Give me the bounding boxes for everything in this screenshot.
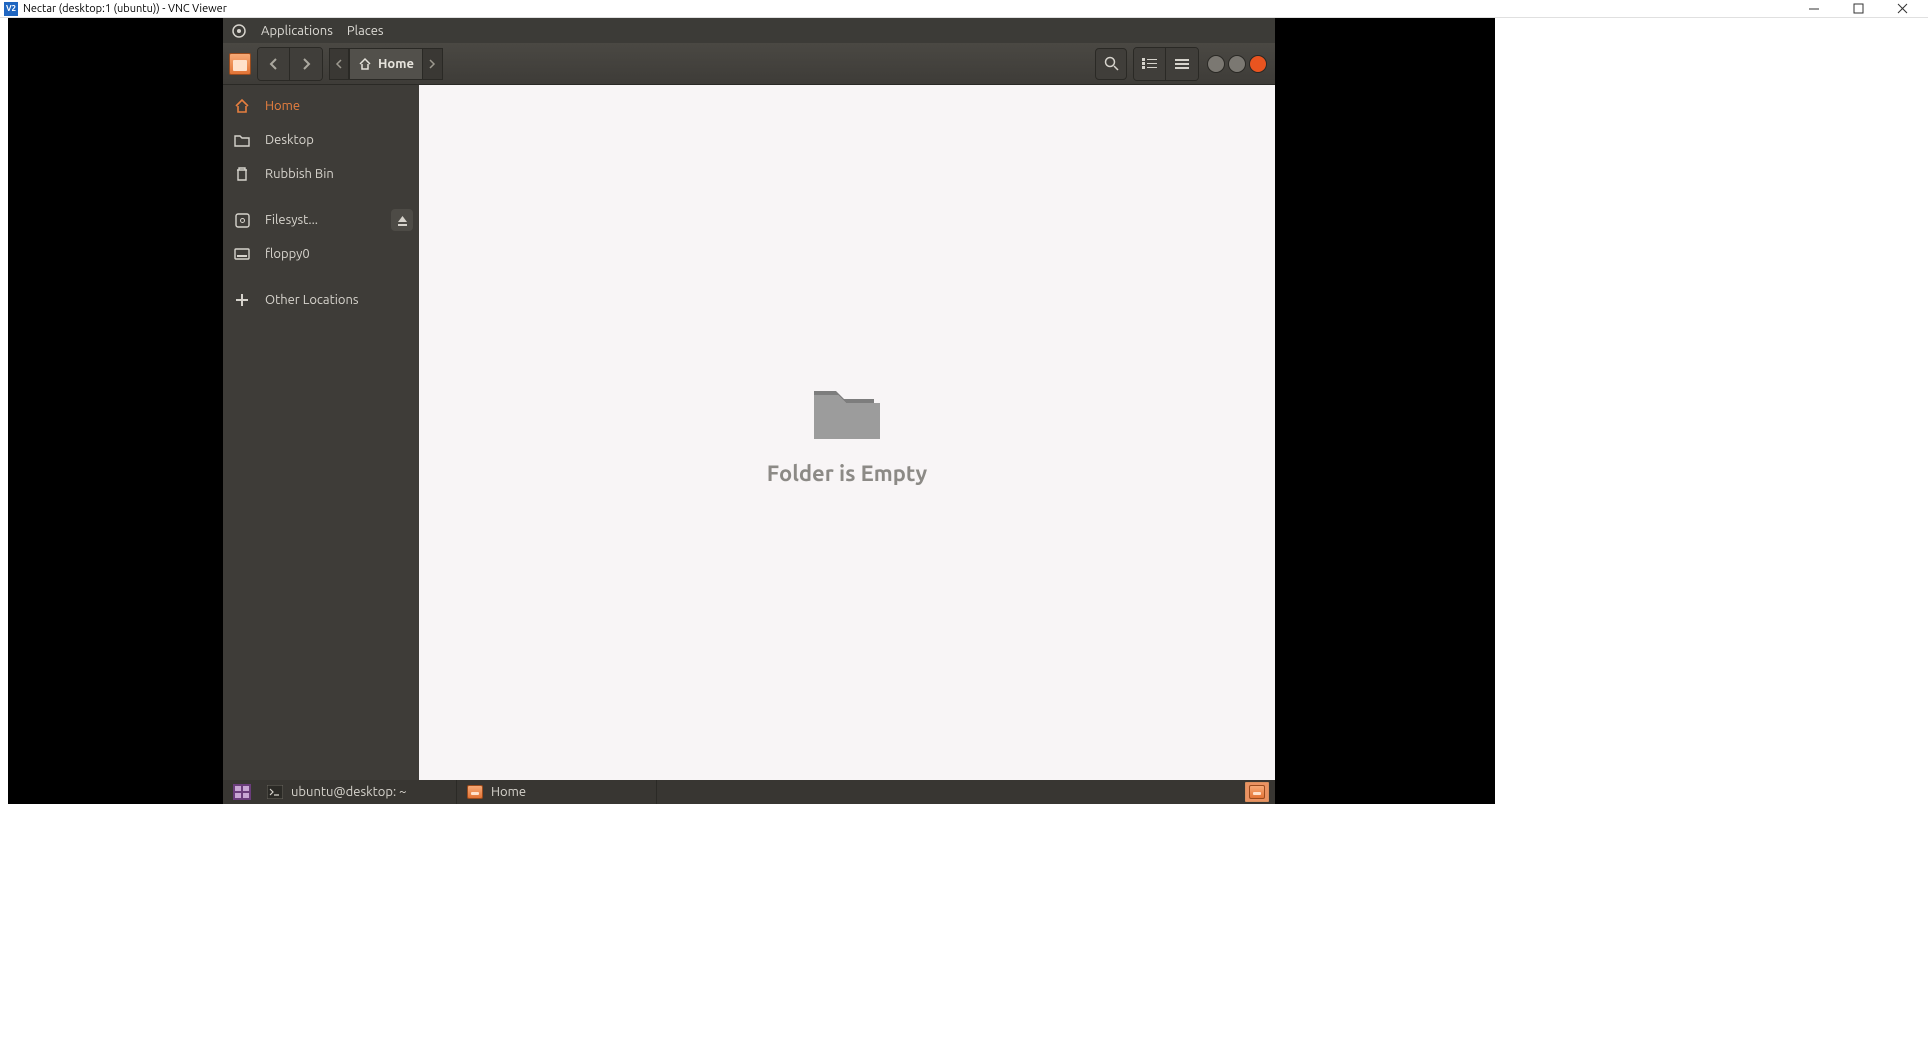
back-button[interactable]: [258, 48, 290, 80]
folder-icon: [233, 133, 251, 147]
trash-icon: [233, 166, 251, 182]
host-close-button[interactable]: [1880, 0, 1924, 18]
taskbar-item-files[interactable]: Home: [457, 780, 657, 804]
empty-folder-icon: [808, 379, 886, 445]
system-menu-icon[interactable]: [231, 23, 247, 39]
view-toggle-button[interactable]: [1134, 48, 1166, 80]
path-bar: Home: [329, 48, 443, 80]
file-manager-icon: [229, 53, 251, 75]
host-minimize-button[interactable]: [1792, 0, 1836, 18]
show-desktop-icon: [233, 784, 251, 800]
taskbar-file-manager-launcher[interactable]: [1245, 782, 1269, 802]
hamburger-menu-button[interactable]: [1166, 48, 1198, 80]
sidebar-item-floppy[interactable]: floppy0: [223, 237, 419, 271]
places-sidebar: Home Desktop Rubbish Bin: [223, 85, 419, 780]
eject-button[interactable]: [391, 209, 413, 231]
folder-content-area[interactable]: Folder is Empty: [419, 85, 1275, 780]
bottom-taskbar: ubuntu@desktop: ~ Home: [223, 780, 1275, 804]
host-maximize-button[interactable]: [1836, 0, 1880, 18]
sidebar-item-label: Home: [265, 99, 300, 113]
vnc-remote-frame: Applications Places Home: [8, 18, 1495, 804]
places-menu[interactable]: Places: [347, 24, 384, 38]
window-close-button[interactable]: [1249, 55, 1267, 73]
taskbar-item-label: ubuntu@desktop: ~: [291, 785, 406, 799]
host-window-titlebar: V2 Nectar (desktop:1 (ubuntu)) - VNC Vie…: [0, 0, 1928, 18]
sidebar-item-other-locations[interactable]: Other Locations: [223, 283, 419, 317]
list-view-icon: [1142, 57, 1157, 70]
show-desktop-button[interactable]: [227, 780, 257, 804]
sidebar-item-filesystem[interactable]: Filesyst...: [223, 203, 419, 237]
hamburger-icon: [1175, 58, 1189, 70]
ubuntu-desktop: Applications Places Home: [223, 18, 1275, 804]
nav-history-group: [257, 47, 323, 81]
path-prev-button[interactable]: [329, 48, 349, 80]
taskbar-item-terminal[interactable]: ubuntu@desktop: ~: [257, 780, 457, 804]
file-manager-icon: [467, 785, 483, 799]
gnome-top-menubar: Applications Places: [223, 18, 1275, 43]
window-minimize-button[interactable]: [1207, 55, 1225, 73]
sidebar-item-label: Other Locations: [265, 293, 359, 307]
drive-icon: [233, 248, 251, 260]
applications-menu[interactable]: Applications: [261, 24, 333, 38]
window-maximize-button[interactable]: [1228, 55, 1246, 73]
forward-button[interactable]: [290, 48, 322, 80]
file-manager-toolbar: Home: [223, 43, 1275, 85]
view-menu-group: [1133, 47, 1199, 81]
file-manager-icon: [1249, 785, 1265, 799]
sidebar-item-label: Filesyst...: [265, 213, 318, 227]
search-button[interactable]: [1095, 48, 1127, 80]
breadcrumb-home-label: Home: [378, 57, 414, 71]
sidebar-item-label: Rubbish Bin: [265, 167, 334, 181]
eject-icon: [397, 215, 408, 226]
taskbar-item-label: Home: [491, 785, 526, 799]
sidebar-item-label: floppy0: [265, 247, 310, 261]
sidebar-item-trash[interactable]: Rubbish Bin: [223, 157, 419, 191]
path-next-button[interactable]: [423, 48, 443, 80]
sidebar-item-desktop[interactable]: Desktop: [223, 123, 419, 157]
search-icon: [1104, 56, 1119, 71]
plus-icon: [233, 293, 251, 307]
empty-folder-text: Folder is Empty: [767, 461, 928, 486]
vnc-viewer-logo-icon: V2: [4, 2, 18, 16]
terminal-icon: [267, 785, 283, 799]
home-icon: [233, 98, 251, 114]
breadcrumb-home[interactable]: Home: [349, 48, 423, 80]
home-icon: [358, 57, 372, 71]
sidebar-item-home[interactable]: Home: [223, 89, 419, 123]
disk-icon: [233, 213, 251, 228]
host-window-title: Nectar (desktop:1 (ubuntu)) - VNC Viewer: [23, 3, 227, 15]
window-controls: [1205, 55, 1269, 73]
sidebar-item-label: Desktop: [265, 133, 314, 147]
file-manager-body: Home Desktop Rubbish Bin: [223, 85, 1275, 780]
